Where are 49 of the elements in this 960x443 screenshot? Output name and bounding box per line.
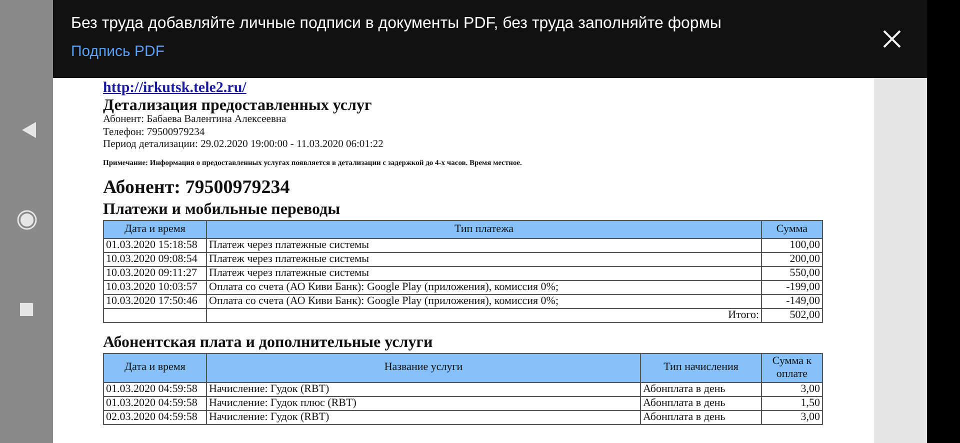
column-header: Дата и время (104, 353, 206, 382)
table-cell: -149,00 (762, 294, 822, 308)
column-header: Дата и время (104, 220, 206, 238)
column-header: Сумма к оплате (762, 353, 822, 382)
info-line: Абонент: Бабаева Валентина Алексеевна (103, 114, 288, 126)
table-cell: 3,00 (762, 382, 822, 396)
table-cell: 550,00 (762, 266, 822, 280)
table-cell: 200,00 (762, 252, 822, 266)
total-label: Итого: (206, 308, 762, 322)
info-line: Телефон: 79500979234 (103, 126, 206, 139)
table-cell: 1,50 (762, 396, 822, 410)
table-cell: Абонплата в день (640, 410, 762, 424)
table-cell: Оплата со счета (АО Киви Банк): Google Play (приложения), комиссия 0%; (206, 280, 762, 294)
table-cell: Платеж через платежные системы (206, 266, 762, 280)
table-cell: 02.03.2020 04:59:58 (104, 410, 206, 424)
column-header: Тип начисления (640, 353, 762, 382)
table-cell: -199,00 (762, 280, 822, 294)
table-cell: 01.03.2020 04:59:58 (104, 382, 206, 396)
table-cell: 100,00 (762, 238, 822, 252)
table-cell: 10.03.2020 10:03:57 (104, 280, 206, 294)
sign-pdf-link[interactable]: Подпись PDF (71, 43, 165, 60)
table-cell: 10.03.2020 17:50:46 (104, 294, 206, 308)
column-header: Тип платежа (206, 220, 762, 238)
table-cell: 01.03.2020 04:59:58 (104, 396, 206, 410)
table-cell: 3,00 (762, 410, 822, 424)
table-cell: Абонплата в день (640, 396, 762, 410)
table-cell: Оплата со счета (АО Киви Банк): Google Play (приложения), комиссия 0%; (206, 294, 762, 308)
home-icon[interactable] (16, 210, 36, 230)
close-icon[interactable] (883, 30, 901, 48)
back-icon[interactable] (22, 122, 36, 138)
banner-message: Без труда добавляйте личные подписи в документы PDF, без труда заполняйте формы (71, 15, 722, 33)
table-cell: Платеж через платежные системы (206, 252, 762, 266)
table-cell: 10.03.2020 09:11:27 (104, 266, 206, 280)
table-cell: Начисление: Гудок плюс (RBT) (206, 396, 640, 410)
table-cell: Начисление: Гудок (RBT) (206, 382, 640, 396)
section-title: Абонентская плата и дополнительные услуги (103, 332, 434, 352)
table-cell: 01.03.2020 15:18:58 (104, 238, 206, 252)
table-cell: 10.03.2020 09:08:54 (104, 252, 206, 266)
section-title: Платежи и мобильные переводы (103, 200, 342, 220)
document-title: Детализация предоставленных услуг (103, 97, 373, 114)
column-header: Сумма (762, 220, 822, 238)
table-cell: Начисление: Гудок (RBT) (206, 410, 640, 424)
info-line: Период детализации: 29.02.2020 19:00:00 - 11.03.2020 06:01:22 (103, 139, 384, 152)
website-link[interactable]: http://irkutsk.tele2.ru/ (103, 81, 246, 96)
table-cell: Платеж через платежные системы (206, 238, 762, 252)
total-value: 502,00 (762, 308, 822, 322)
column-header: Название услуги (206, 353, 640, 382)
table-cell: Абонплата в день (640, 382, 762, 396)
subscriber-heading: Абонент: 79500979234 (103, 176, 291, 198)
